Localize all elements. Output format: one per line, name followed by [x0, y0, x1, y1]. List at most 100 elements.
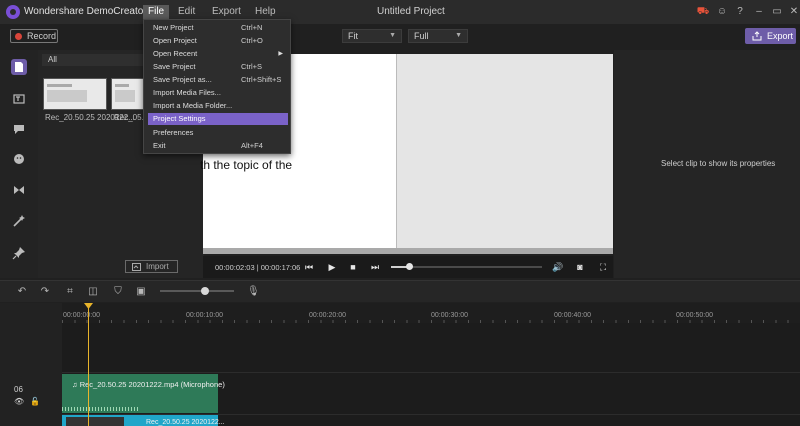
media-library-icon[interactable] [11, 59, 27, 75]
playhead[interactable] [88, 303, 89, 426]
track-header-column [0, 303, 62, 426]
menu-item-label: Preferences [153, 128, 194, 137]
menu-item-save-project-as[interactable]: Save Project as... Ctrl+Shift+S [148, 74, 288, 86]
timecode: 00:00:02:03 | 00:00:17:06 [215, 263, 301, 272]
menu-item-label: New Project [153, 23, 194, 32]
import-icon [132, 263, 141, 271]
microphone-icon[interactable]: 🎙 [247, 286, 260, 298]
record-label: Record [27, 31, 57, 41]
chevron-down-icon: ▼ [455, 32, 462, 39]
tick-label: 00:00:20:00 [309, 312, 346, 319]
annotation-icon[interactable] [11, 121, 27, 137]
menu-edit[interactable]: Edit [173, 5, 200, 19]
menu-item-shortcut: Alt+F4 [241, 141, 263, 150]
menu-item-shortcut: Ctrl+S [241, 62, 263, 71]
user-icon[interactable]: ☺ [715, 5, 729, 19]
menu-file[interactable]: File [143, 5, 170, 19]
preview-caption-text: th the topic of the [200, 158, 293, 172]
import-button[interactable]: Import [125, 260, 178, 273]
full-select-value: Full [414, 31, 429, 41]
menu-item-shortcut: Ctrl+N [241, 23, 263, 32]
tick-label: 00:00:10:00 [186, 312, 223, 319]
menu-export[interactable]: Export [207, 5, 246, 19]
pin-icon[interactable] [11, 245, 27, 261]
fit-select-value: Fit [348, 31, 358, 41]
menu-item-import-media-folder[interactable]: Import a Media Folder... [148, 100, 288, 112]
snapshot-icon[interactable]: ◙ [574, 261, 586, 273]
canvas-bottom-strip [203, 248, 613, 254]
document-title: Untitled Project [377, 6, 445, 17]
properties-empty-text: Select clip to show its properties [661, 159, 776, 168]
menu-item-save-project[interactable]: Save Project Ctrl+S [148, 61, 288, 73]
fit-select[interactable]: Fit ▼ [342, 29, 402, 43]
split-icon[interactable]: ◫ [87, 286, 99, 298]
skip-back-icon[interactable]: ⏮ [303, 261, 315, 273]
audio-waveform [62, 407, 140, 411]
timeline-zoom-slider[interactable] [160, 290, 234, 292]
sticker-icon[interactable] [11, 151, 27, 167]
stop-icon[interactable]: ■ [347, 261, 359, 273]
tick-label: 00:00:30:00 [431, 312, 468, 319]
menu-item-label: Save Project [153, 62, 196, 71]
menu-item-label: Exit [153, 141, 166, 150]
crop-icon[interactable]: ⌗ [64, 286, 76, 298]
fit-timeline-icon[interactable]: ▣ [135, 286, 147, 298]
media-thumbnail-1[interactable] [43, 78, 107, 110]
video-clip-label: Rec_20.50.25 2020122... [146, 419, 225, 426]
volume-icon[interactable]: 🔊 [552, 261, 564, 273]
menu-item-project-settings[interactable]: Project Settings [148, 113, 288, 125]
chevron-down-icon: ▼ [389, 32, 396, 39]
lock-icon[interactable]: 🔓 [30, 397, 40, 406]
media-filter-select[interactable]: All [42, 54, 147, 66]
marker-icon[interactable]: ⛉ [112, 286, 124, 298]
export-label: Export [767, 31, 794, 41]
record-dot-icon [15, 33, 22, 40]
full-select[interactable]: Full ▼ [408, 29, 468, 43]
menu-item-shortcut: Ctrl+O [241, 36, 263, 45]
help-icon[interactable]: ? [733, 5, 747, 19]
video-clip-thumbnail [66, 417, 124, 426]
track-divider [62, 372, 800, 373]
import-label: Import [146, 262, 169, 271]
audio-clip-name: Rec_20.50.25 20201222.mp4 (Microphone) [79, 380, 225, 389]
menu-item-exit[interactable]: Exit Alt+F4 [148, 140, 288, 152]
eye-icon[interactable]: 👁 [14, 397, 24, 406]
chevron-right-icon: ▶ [278, 51, 283, 57]
maximize-icon[interactable]: ▭ [770, 5, 784, 19]
play-icon[interactable]: ▶ [326, 261, 338, 273]
menu-item-label: Import a Media Folder... [153, 101, 233, 110]
track-number: 06 [14, 385, 23, 394]
playback-scrubber[interactable] [391, 266, 542, 268]
tick-label: 00:00:40:00 [554, 312, 591, 319]
skip-forward-icon[interactable]: ⏭ [369, 261, 381, 273]
zoom-slider-handle[interactable] [201, 287, 209, 295]
app-logo-icon [6, 5, 20, 19]
tick-label: 00:00:00:00 [63, 312, 100, 319]
menu-item-label: Project Settings [153, 114, 206, 123]
menu-item-label: Open Recent [153, 49, 198, 58]
media-thumbnail-2[interactable] [111, 78, 144, 110]
menu-help[interactable]: Help [250, 5, 281, 19]
export-icon [752, 31, 762, 41]
app-name: Wondershare DemoCreator [24, 6, 147, 17]
minimize-icon[interactable]: – [752, 5, 766, 19]
menu-item-new-project[interactable]: New Project Ctrl+N [148, 22, 288, 34]
tick-label: 00:00:50:00 [676, 312, 713, 319]
fullscreen-icon[interactable]: ⛶ [597, 261, 609, 273]
text-icon[interactable] [11, 91, 27, 107]
menu-item-import-media-files[interactable]: Import Media Files... [148, 87, 288, 99]
close-icon[interactable]: ✕ [787, 5, 800, 19]
menu-item-preferences[interactable]: Preferences [148, 127, 288, 139]
cart-icon[interactable]: ⛟ [696, 5, 710, 19]
menu-item-label: Open Project [153, 36, 197, 45]
undo-icon[interactable]: ↶ [16, 286, 28, 298]
effects-wand-icon[interactable] [11, 213, 27, 229]
redo-icon[interactable]: ↷ [39, 286, 51, 298]
menu-item-label: Import Media Files... [153, 88, 221, 97]
menu-item-open-project[interactable]: Open Project Ctrl+O [148, 35, 288, 47]
menu-item-open-recent[interactable]: Open Recent ▶ [148, 48, 288, 60]
export-button[interactable]: Export [745, 28, 796, 44]
transition-icon[interactable] [11, 182, 27, 198]
audio-clip-label: ♫ Rec_20.50.25 20201222.mp4 (Microphone) [72, 380, 225, 389]
record-button[interactable]: Record [10, 29, 58, 43]
